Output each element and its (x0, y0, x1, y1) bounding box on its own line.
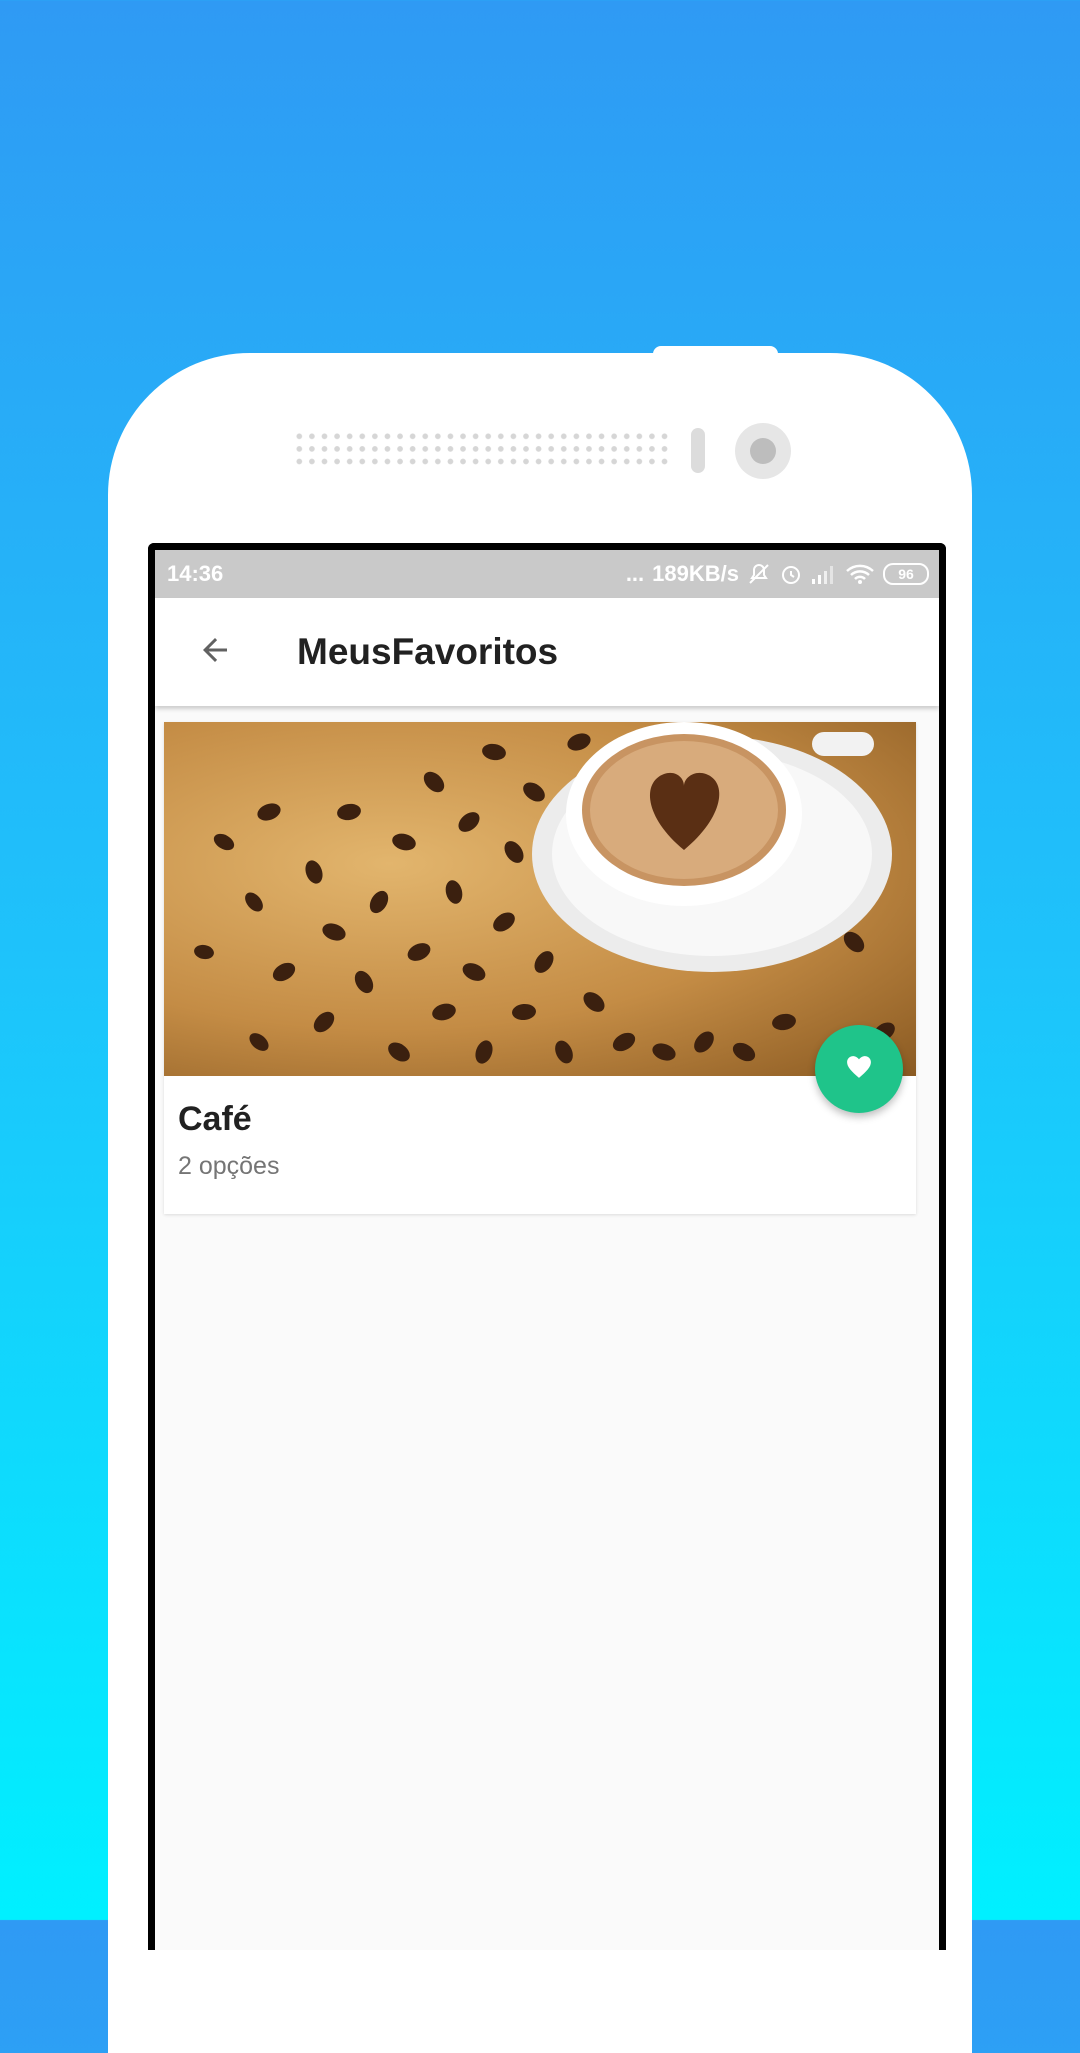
phone-speaker-grille (293, 430, 673, 470)
page-title: MeusFavoritos (297, 631, 559, 672)
app-bar: MeusFavoritos (155, 598, 939, 706)
signal-icon (811, 563, 837, 585)
coffee-image (164, 722, 916, 1076)
network-speed: 189KB/s (652, 561, 739, 586)
favorite-card[interactable]: Café 2 opções (164, 722, 916, 1214)
phone-power-button (653, 346, 778, 362)
battery-icon: 96 (883, 563, 929, 585)
status-dots: ... (625, 561, 645, 586)
favorite-heart-button[interactable] (815, 1025, 903, 1113)
wifi-icon (845, 563, 875, 585)
card-subtitle: 2 opções (178, 1152, 280, 1180)
phone-front-camera (735, 423, 791, 479)
arrow-back-icon (197, 632, 233, 673)
phone-screen: 14:36 ... 189KB/s 96 MeusFavoritos Café … (148, 543, 946, 1950)
back-button[interactable] (185, 622, 245, 682)
mute-icon (747, 562, 771, 586)
card-title: Café (178, 1100, 252, 1138)
phone-proximity-sensor (691, 428, 705, 473)
status-icons: ... 189KB/s 96 (626, 561, 929, 587)
status-bar: 14:36 ... 189KB/s 96 (155, 550, 939, 598)
status-time: 14:36 (167, 561, 224, 586)
alarm-icon (779, 562, 803, 586)
heart-icon (846, 1055, 872, 1084)
